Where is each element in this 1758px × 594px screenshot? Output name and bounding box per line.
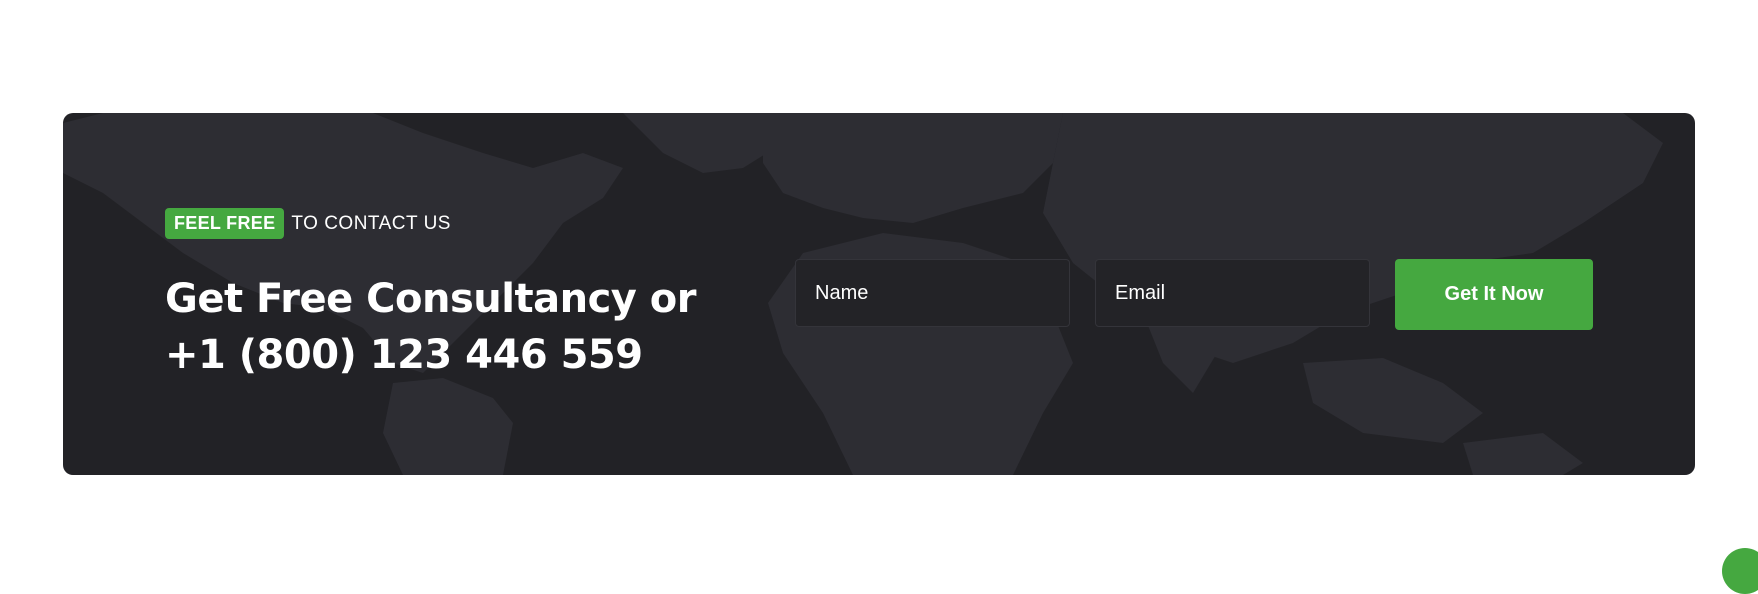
feel-free-badge: FEEL FREE [165, 208, 285, 239]
get-it-now-button[interactable]: Get It Now [1395, 259, 1593, 330]
scroll-to-top-icon[interactable] [1722, 548, 1758, 594]
name-input[interactable] [795, 259, 1070, 327]
email-input[interactable] [1095, 259, 1370, 327]
cta-headline: Get Free Consultancy or +1 (800) 123 446… [165, 276, 697, 378]
eyebrow-text: TO CONTACT US [291, 212, 451, 234]
contact-cta-banner: FEEL FREE TO CONTACT US Get Free Consult… [63, 113, 1695, 475]
eyebrow: FEEL FREE TO CONTACT US [165, 208, 451, 239]
